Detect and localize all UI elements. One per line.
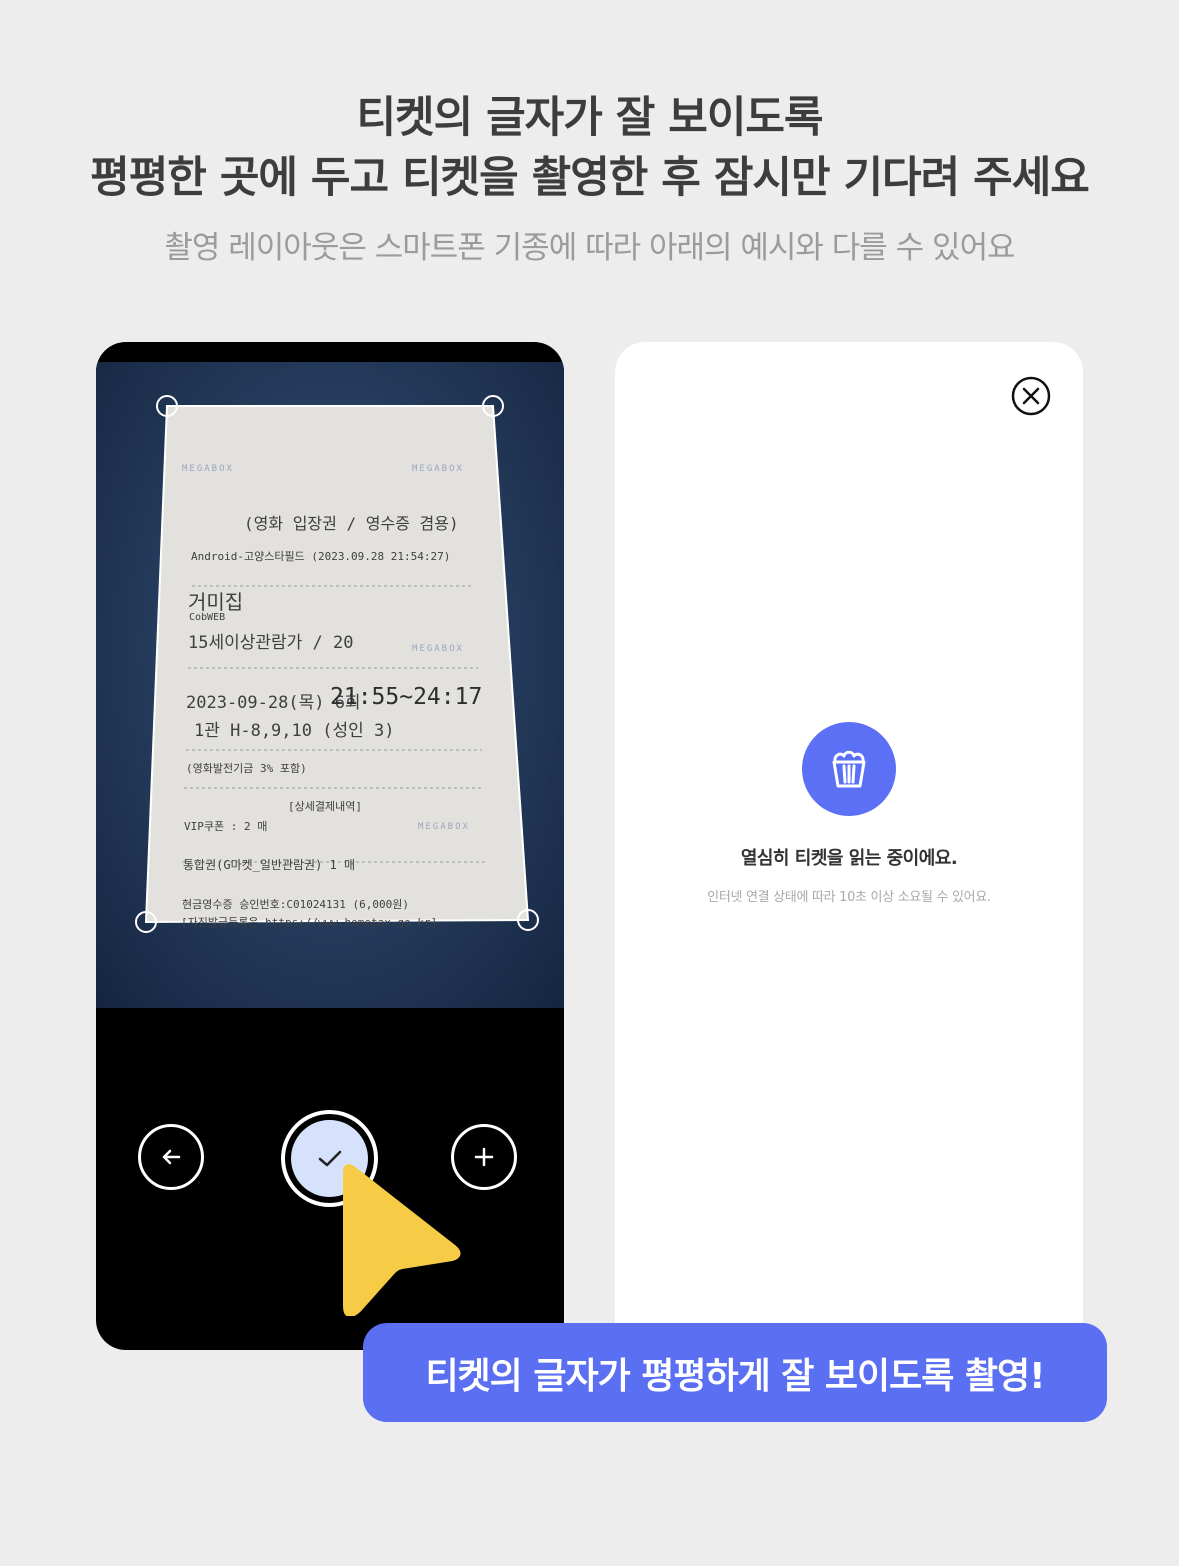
loading-screen: 열심히 티켓을 읽는 중이에요. 인터넷 연결 상태에 따라 10초 이상 소요…	[615, 342, 1083, 1350]
plus-icon	[474, 1147, 494, 1167]
receipt-self-issue: [자진발급등록은 https://www.hometax.go.kr]	[181, 916, 438, 929]
receipt-vip: VIP쿠폰 : 2 매	[184, 820, 268, 833]
receipt-rating: 15세이상관람가 / 20	[188, 633, 354, 653]
receipt-heading: (영화 입장권 / 영수증 겸용)	[244, 514, 459, 533]
popcorn-icon	[832, 750, 866, 788]
tip-banner: 티켓의 글자가 평평하게 잘 보이도록 촬영!	[363, 1323, 1107, 1422]
receipt-logo-2: MEGABOX	[412, 464, 464, 474]
receipt-issued: Android-고양스타필드 (2023.09.28 21:54:27)	[191, 550, 451, 563]
pointer-cursor-icon	[343, 1164, 461, 1316]
loading-subtitle: 인터넷 연결 상태에 따라 10초 이상 소요될 수 있어요.	[707, 890, 991, 905]
receipt-logo-1: MEGABOX	[182, 464, 234, 474]
receipt-details-header: [상세결제내역]	[288, 800, 362, 813]
receipt-logo-4: MEGABOX	[418, 822, 470, 832]
close-circle-icon[interactable]	[1011, 376, 1051, 416]
title-line-1: 티켓의 글자가 잘 보이도록	[356, 93, 823, 143]
camera-screen: MEGABOX MEGABOX (영화 입장권 / 영수증 겸용) Androi…	[96, 342, 564, 1350]
popcorn-badge	[802, 722, 896, 816]
receipt-integrated: 통합권(G마켓_일반관람권) 1 매	[183, 858, 356, 872]
receipt-logo-3: MEGABOX	[412, 644, 464, 654]
receipt-time: 21:55~24:17	[330, 684, 483, 710]
title-line-2: 평평한 곳에 두고 티켓을 촬영한 후 잠시만 기다려 주세요	[90, 153, 1090, 203]
receipt-cash-receipt: 현금영수증 승인번호:C01024131 (6,000원)	[182, 898, 410, 911]
receipt-movie: 거미집	[188, 590, 244, 614]
receipt-seats: 1관 H-8,9,10 (성인 3)	[194, 721, 395, 741]
page-title: 티켓의 글자가 잘 보이도록 평평한 곳에 두고 티켓을 촬영한 후 잠시만 기…	[0, 88, 1179, 208]
receipt-movie-code: CobWEB	[189, 612, 226, 623]
camera-preview: MEGABOX MEGABOX (영화 입장권 / 영수증 겸용) Androi…	[96, 362, 564, 1008]
camera-controls	[96, 1102, 564, 1222]
page-subtitle: 촬영 레이아웃은 스마트폰 기종에 따라 아래의 예시와 다를 수 있어요	[164, 230, 1015, 266]
back-button[interactable]	[138, 1124, 204, 1190]
receipt-fund: (영화발전기금 3% 포함)	[186, 762, 307, 775]
arrow-left-icon	[162, 1149, 181, 1165]
loading-title: 열심히 티켓을 읽는 중이에요.	[740, 848, 958, 869]
